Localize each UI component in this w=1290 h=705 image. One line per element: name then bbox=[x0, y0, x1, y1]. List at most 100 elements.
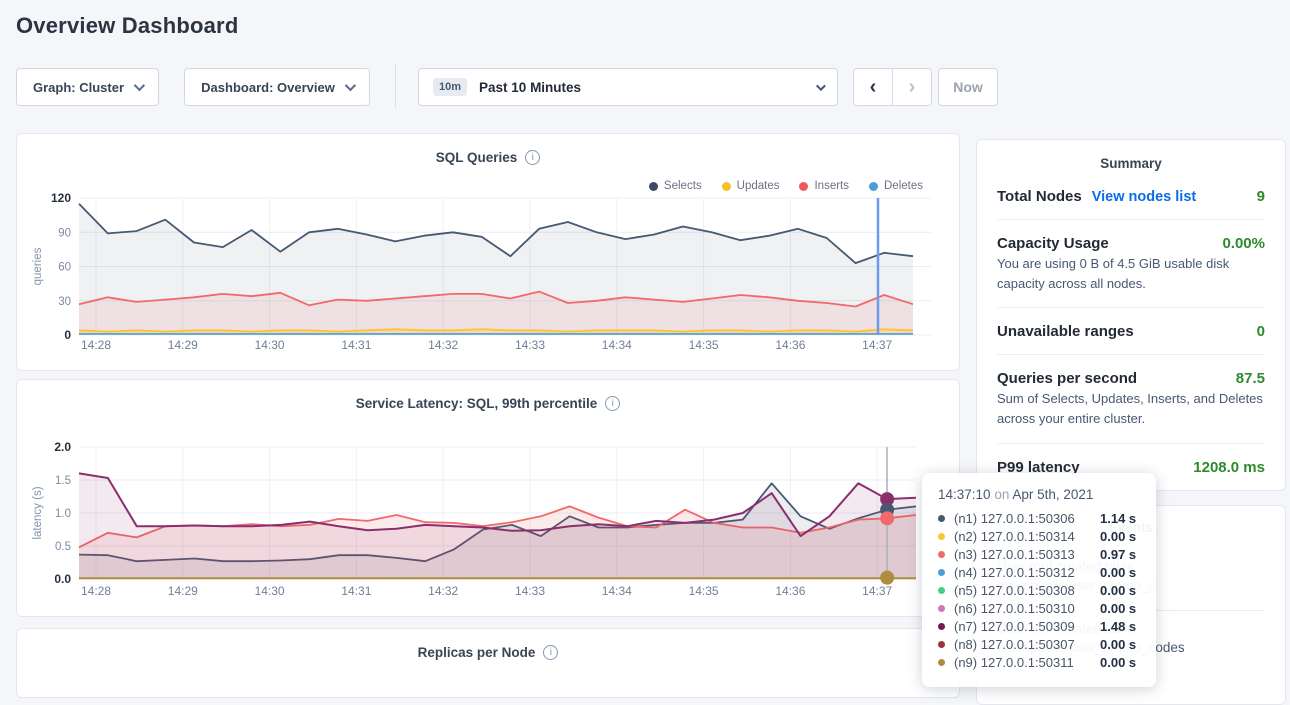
graph-dropdown[interactable]: Graph: Cluster bbox=[16, 68, 159, 106]
now-button[interactable]: Now bbox=[938, 68, 998, 106]
summary-panel: Summary Total Nodes View nodes list 9 Ca… bbox=[976, 139, 1286, 491]
svg-text:latency (s): latency (s) bbox=[32, 486, 44, 539]
svg-text:60: 60 bbox=[58, 262, 71, 274]
capacity-value: 0.00% bbox=[1222, 235, 1265, 252]
node-color-dot-icon bbox=[938, 515, 945, 522]
tooltip-node-value: 0.97 s bbox=[1100, 547, 1136, 562]
svg-text:14:29: 14:29 bbox=[168, 584, 198, 598]
service-latency-chart[interactable]: 14:28 14:29 14:30 14:31 14:32 14:33 14:34 14:35… bbox=[17, 380, 961, 618]
svg-text:14:34: 14:34 bbox=[602, 338, 632, 352]
chevron-down-icon bbox=[134, 80, 145, 91]
svg-text:30: 30 bbox=[58, 296, 71, 308]
summary-row-unavailable: Unavailable ranges 0 bbox=[997, 308, 1265, 355]
total-nodes-label: Total Nodes bbox=[997, 188, 1082, 205]
dashboard-dropdown[interactable]: Dashboard: Overview bbox=[184, 68, 370, 106]
node-color-dot-icon bbox=[938, 605, 945, 612]
tooltip-node-address: (n8) 127.0.0.1:50307 bbox=[954, 637, 1100, 652]
summary-row-qps: Queries per second 87.5 Sum of Selects, … bbox=[997, 355, 1265, 443]
chevron-down-icon bbox=[345, 80, 356, 91]
node-color-dot-icon bbox=[938, 569, 945, 576]
replicas-panel: Replicas per Node i bbox=[16, 628, 960, 698]
tooltip-node-row: (n2) 127.0.0.1:503140.00 s bbox=[938, 527, 1140, 545]
graph-dropdown-label: Graph: Cluster bbox=[33, 80, 124, 95]
svg-text:14:32: 14:32 bbox=[428, 584, 458, 598]
svg-text:14:32: 14:32 bbox=[428, 338, 458, 352]
svg-text:14:30: 14:30 bbox=[255, 584, 285, 598]
svg-text:0.0: 0.0 bbox=[54, 572, 71, 586]
svg-text:14:34: 14:34 bbox=[602, 584, 632, 598]
tooltip-node-address: (n1) 127.0.0.1:50306 bbox=[954, 511, 1100, 526]
node-color-dot-icon bbox=[938, 659, 945, 666]
unavailable-ranges-value: 0 bbox=[1257, 323, 1265, 340]
svg-text:1.5: 1.5 bbox=[55, 475, 71, 487]
svg-text:14:36: 14:36 bbox=[775, 584, 805, 598]
svg-text:queries: queries bbox=[32, 247, 44, 285]
chevron-right-icon: › bbox=[909, 76, 916, 99]
summary-row-total-nodes: Total Nodes View nodes list 9 bbox=[997, 173, 1265, 220]
replicas-title: Replicas per Node bbox=[418, 645, 536, 660]
chart-hover-tooltip: 14:37:10 on Apr 5th, 2021 (n1) 127.0.0.1… bbox=[922, 473, 1156, 687]
svg-text:14:28: 14:28 bbox=[81, 584, 111, 598]
time-range-dropdown[interactable]: 10m Past 10 Minutes bbox=[418, 68, 838, 106]
svg-text:14:37: 14:37 bbox=[862, 338, 892, 352]
tooltip-timestamp: 14:37:10 on Apr 5th, 2021 bbox=[938, 487, 1140, 502]
chevron-left-icon: ‹ bbox=[870, 76, 877, 99]
capacity-subtext: You are using 0 B of 4.5 GiB usable disk… bbox=[997, 254, 1265, 294]
unavailable-ranges-label: Unavailable ranges bbox=[997, 323, 1134, 340]
sql-queries-chart[interactable]: 14:2814:2914:3014:3114:3214:3314:3414:35… bbox=[17, 134, 961, 372]
svg-text:14:37: 14:37 bbox=[862, 584, 892, 598]
node-color-dot-icon bbox=[938, 623, 945, 630]
time-next-button[interactable]: › bbox=[893, 69, 931, 105]
svg-text:0: 0 bbox=[64, 328, 71, 342]
svg-text:0.5: 0.5 bbox=[55, 541, 71, 553]
svg-text:14:36: 14:36 bbox=[775, 338, 805, 352]
tooltip-node-row: (n7) 127.0.0.1:503091.48 s bbox=[938, 617, 1140, 635]
page-title: Overview Dashboard bbox=[16, 13, 238, 39]
svg-text:14:35: 14:35 bbox=[689, 338, 719, 352]
qps-label: Queries per second bbox=[997, 370, 1137, 387]
svg-text:14:33: 14:33 bbox=[515, 584, 545, 598]
tooltip-node-address: (n4) 127.0.0.1:50312 bbox=[954, 565, 1100, 580]
time-range-label: Past 10 Minutes bbox=[479, 80, 581, 95]
info-icon[interactable]: i bbox=[543, 645, 558, 660]
svg-text:90: 90 bbox=[58, 227, 71, 239]
dashboard-dropdown-label: Dashboard: Overview bbox=[201, 80, 335, 95]
chevron-down-icon bbox=[816, 81, 826, 91]
summary-row-capacity: Capacity Usage 0.00% You are using 0 B o… bbox=[997, 220, 1265, 308]
svg-text:14:31: 14:31 bbox=[341, 338, 371, 352]
svg-text:14:33: 14:33 bbox=[515, 338, 545, 352]
time-pager: ‹ › bbox=[853, 68, 932, 106]
tooltip-node-value: 0.00 s bbox=[1100, 565, 1136, 580]
node-color-dot-icon bbox=[938, 587, 945, 594]
svg-text:14:28: 14:28 bbox=[81, 338, 111, 352]
tooltip-node-value: 0.00 s bbox=[1100, 601, 1136, 616]
tooltip-node-value: 0.00 s bbox=[1100, 655, 1136, 670]
view-nodes-list-link[interactable]: View nodes list bbox=[1092, 189, 1197, 205]
node-color-dot-icon bbox=[938, 641, 945, 648]
tooltip-node-value: 0.00 s bbox=[1100, 529, 1136, 544]
toolbar-divider bbox=[395, 64, 396, 108]
tooltip-node-row: (n1) 127.0.0.1:503061.14 s bbox=[938, 509, 1140, 527]
svg-text:120: 120 bbox=[51, 191, 71, 205]
qps-subtext: Sum of Selects, Updates, Inserts, and De… bbox=[997, 389, 1265, 429]
tooltip-node-address: (n3) 127.0.0.1:50313 bbox=[954, 547, 1100, 562]
svg-text:14:35: 14:35 bbox=[689, 584, 719, 598]
node-color-dot-icon bbox=[938, 551, 945, 558]
qps-value: 87.5 bbox=[1236, 370, 1265, 387]
svg-text:14:31: 14:31 bbox=[341, 584, 371, 598]
p99-latency-value: 1208.0 ms bbox=[1193, 459, 1265, 476]
tooltip-node-value: 0.00 s bbox=[1100, 637, 1136, 652]
svg-text:2.0: 2.0 bbox=[54, 440, 71, 454]
time-prev-button[interactable]: ‹ bbox=[854, 69, 893, 105]
time-range-badge: 10m bbox=[433, 78, 467, 96]
sql-queries-panel: SQL Queries i SelectsUpdatesInsertsDelet… bbox=[16, 133, 960, 371]
tooltip-node-row: (n6) 127.0.0.1:503100.00 s bbox=[938, 599, 1140, 617]
tooltip-node-row: (n3) 127.0.0.1:503130.97 s bbox=[938, 545, 1140, 563]
svg-text:14:30: 14:30 bbox=[255, 338, 285, 352]
tooltip-node-value: 1.48 s bbox=[1100, 619, 1136, 634]
capacity-label: Capacity Usage bbox=[997, 235, 1109, 252]
tooltip-node-value: 1.14 s bbox=[1100, 511, 1136, 526]
tooltip-node-row: (n8) 127.0.0.1:503070.00 s bbox=[938, 635, 1140, 653]
tooltip-node-value: 0.00 s bbox=[1100, 583, 1136, 598]
tooltip-node-address: (n6) 127.0.0.1:50310 bbox=[954, 601, 1100, 616]
